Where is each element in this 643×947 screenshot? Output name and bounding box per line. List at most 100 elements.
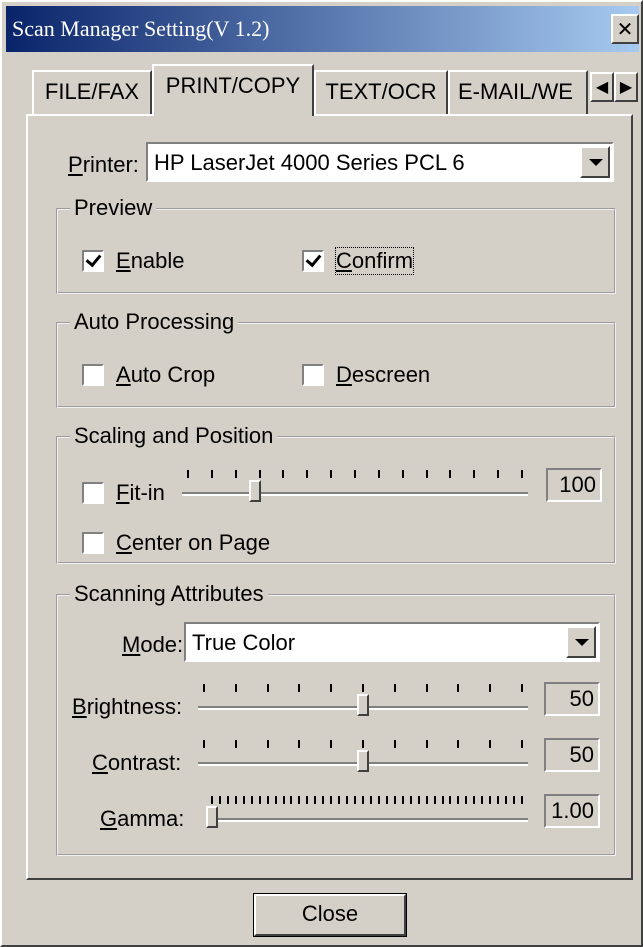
tab-email-web[interactable]: E-MAIL/WE [448,70,588,114]
slider-tick [473,796,476,804]
enable-label[interactable]: Enable [116,248,185,274]
center-on-page-label[interactable]: Center on Page [116,530,270,556]
tab-scroll-left-button[interactable]: ◀ [590,72,614,102]
gamma-slider[interactable] [206,792,528,832]
slider-tick [465,796,468,804]
scanning-attributes-group: Scanning Attributes Mode: True Color Bri… [56,581,616,856]
slider-tick [282,796,285,804]
slider-tick [298,740,301,748]
slider-tick [425,684,428,692]
auto-processing-group: Auto Processing Auto Crop Descreen [56,309,616,408]
slider-tick [441,796,444,804]
fit-in-label[interactable]: Fit-in [116,480,165,506]
slider-tick [242,796,245,804]
tab-scroll-right-button[interactable]: ▶ [614,72,638,102]
mode-value: True Color [192,630,296,655]
fit-in-checkbox[interactable] [82,482,104,504]
slider-tick [354,470,356,478]
slider-tick [203,740,205,748]
slider-tick [306,796,309,804]
slider-tick [362,796,365,804]
slider-thumb[interactable] [248,480,261,502]
scanning-attributes-group-title: Scanning Attributes [70,581,268,607]
slider-tick [393,684,396,692]
slider-tick [497,796,500,804]
descreen-checkbox[interactable] [302,364,324,386]
center-on-page-checkbox[interactable] [82,532,104,554]
gamma-value: 1.00 [544,794,600,828]
slider-tick [521,684,523,692]
scaling-position-group: Scaling and Position Fit-in 100 Center o… [56,423,616,564]
slider-tick [505,796,508,804]
slider-tick [409,796,412,804]
slider-tick [449,796,452,804]
slider-tick [258,470,261,478]
descreen-label[interactable]: Descreen [336,362,430,388]
confirm-label[interactable]: Confirm [334,247,415,275]
title-bar[interactable]: Scan Manager Setting(V 1.2) ✕ [6,6,639,52]
contrast-slider[interactable] [198,736,528,776]
slider-tick [298,796,301,804]
mode-dropdown-arrow-icon[interactable] [566,626,596,658]
brightness-value: 50 [544,682,600,716]
slider-tick [489,796,492,804]
close-button[interactable]: Close [253,893,407,937]
slider-tick [513,796,516,804]
slider-tick [377,796,380,804]
slider-tick [457,740,460,748]
auto-crop-checkbox[interactable] [82,364,104,386]
slider-thumb[interactable] [206,806,218,828]
slider-thumb[interactable] [357,694,369,716]
enable-checkbox[interactable] [82,250,104,272]
confirm-checkbox[interactable] [302,250,324,272]
slider-tick [362,740,364,748]
brightness-label: Brightness: [72,694,183,719]
mode-select[interactable]: True Color [184,622,600,662]
slider-tick [521,796,523,804]
slider-track[interactable] [182,492,528,496]
slider-tick [330,470,333,478]
slider-tick [330,796,333,804]
slider-tick [234,796,237,804]
tab-print-copy[interactable]: PRINT/COPY [152,64,314,116]
slider-tick [401,796,404,804]
slider-tick [203,684,205,692]
slider-tick [521,740,523,748]
fit-in-slider[interactable] [182,466,528,506]
printer-dropdown-arrow-icon[interactable] [580,146,610,178]
slider-tick [362,684,364,692]
mode-label: Mode: [122,632,184,657]
slider-tick [274,796,277,804]
slider-tick [250,796,253,804]
slider-tick [314,796,317,804]
slider-tick [330,740,333,748]
preview-group: Preview Enable Confirm [56,195,616,294]
auto-crop-label[interactable]: Auto Crop [116,362,215,388]
contrast-value: 50 [544,738,600,772]
window-close-button[interactable]: ✕ [611,14,639,44]
slider-tick [489,740,492,748]
slider-tick [433,796,436,804]
slider-tick [346,796,349,804]
printer-label: Printer: [68,152,139,177]
slider-tick [266,684,269,692]
slider-tick [282,470,285,478]
slider-tick [425,796,428,804]
printer-value: HP LaserJet 4000 Series PCL 6 [154,150,465,175]
slider-tick [425,470,428,478]
slider-thumb[interactable] [357,750,369,772]
slider-tick [306,470,309,478]
scaling-position-group-title: Scaling and Position [70,423,278,449]
slider-tick [218,796,221,804]
tab-text-ocr[interactable]: TEXT/OCR [314,70,448,114]
brightness-slider[interactable] [198,680,528,720]
tab-file-fax[interactable]: FILE/FAX [32,70,152,114]
slider-tick [393,740,396,748]
printer-select[interactable]: HP LaserJet 4000 Series PCL 6 [146,142,614,182]
slider-tick [266,740,269,748]
slider-tick [290,796,293,804]
slider-tick [489,684,492,692]
slider-tick [234,684,237,692]
slider-track[interactable] [206,818,528,822]
slider-tick [497,470,500,478]
